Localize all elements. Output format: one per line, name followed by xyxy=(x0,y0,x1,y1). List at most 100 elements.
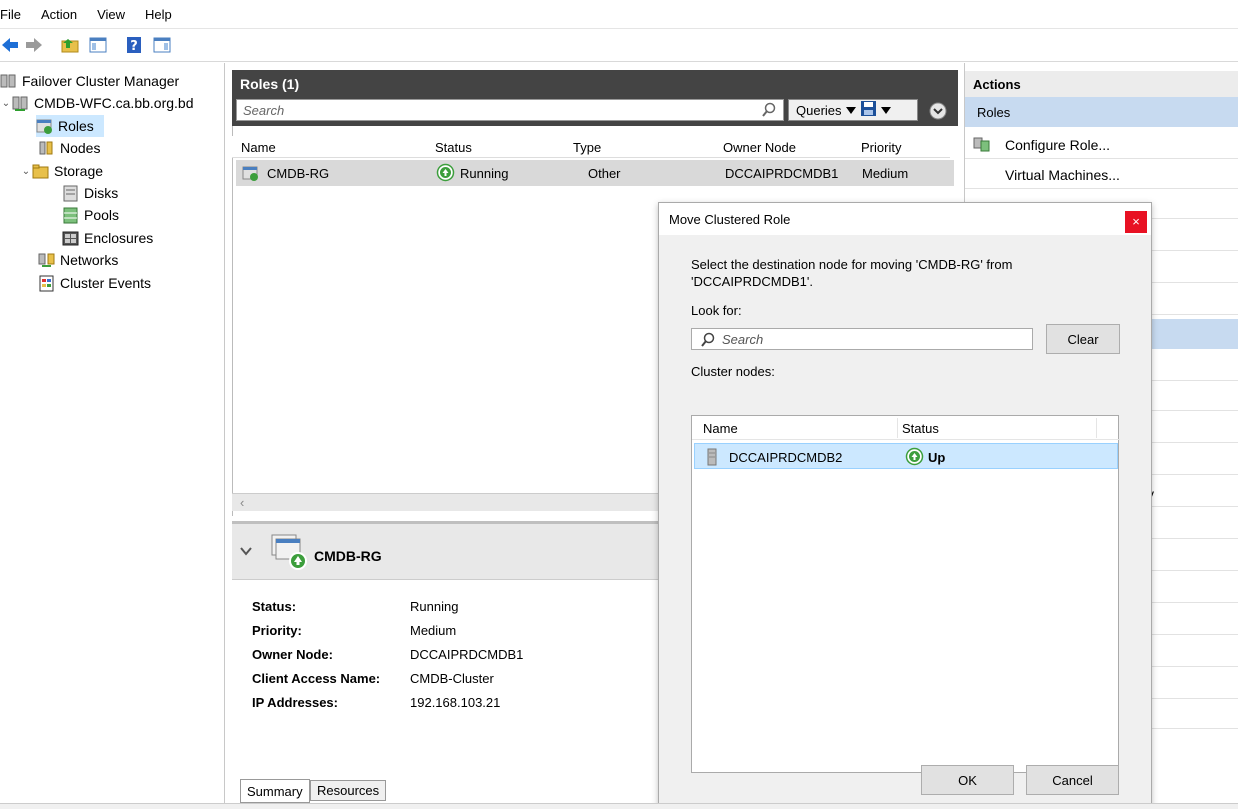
column-divider[interactable] xyxy=(1096,418,1097,438)
toolbar: ? xyxy=(0,28,1238,62)
action-virtual-machines[interactable]: Virtual Machines... xyxy=(965,159,1238,189)
tree-item-pools[interactable]: Pools xyxy=(62,204,119,226)
tab-resources[interactable]: Resources xyxy=(310,780,387,801)
menu-view[interactable]: View xyxy=(97,7,125,22)
role-owner-node: DCCAIPRDCMDB1 xyxy=(725,166,839,181)
actions-section-roles[interactable]: Roles xyxy=(965,97,1238,127)
action-label: Configure Role... xyxy=(1005,137,1111,153)
list-item[interactable]: DCCAIPRDCMDB2 Up xyxy=(694,443,1118,469)
status-value: Running xyxy=(410,599,459,614)
column-header-priority[interactable]: Priority xyxy=(861,140,901,155)
network-icon xyxy=(38,252,55,269)
roles-grid-header: Name Status Type Owner Node Priority xyxy=(232,136,950,158)
tree-label: Disks xyxy=(84,185,119,201)
search-icon[interactable] xyxy=(761,102,777,121)
menu-file[interactable]: File xyxy=(0,7,21,22)
node-status: Up xyxy=(928,450,946,465)
column-header-owner-node[interactable]: Owner Node xyxy=(723,140,796,155)
tree-label: Roles xyxy=(58,118,94,134)
chevron-down-icon[interactable]: ⌄ xyxy=(20,166,32,177)
back-arrow-icon[interactable] xyxy=(0,35,20,55)
horizontal-scrollbar[interactable]: ‹ xyxy=(232,493,662,511)
close-button[interactable]: × xyxy=(1125,211,1147,233)
show-hide-tree-icon[interactable] xyxy=(88,35,108,55)
column-header-status[interactable]: Status xyxy=(435,140,472,155)
action-configure-role[interactable]: Configure Role... xyxy=(965,129,1238,159)
cluster-nodes-label: Cluster nodes: xyxy=(691,364,775,379)
tree-item-disks[interactable]: Disks xyxy=(62,182,118,204)
role-status: Running xyxy=(460,166,509,181)
cluster-manager-icon xyxy=(0,73,17,90)
storage-folder-icon xyxy=(32,163,49,180)
column-divider[interactable] xyxy=(897,418,898,438)
owner-node-key: Owner Node: xyxy=(252,647,333,662)
dropdown-arrow-icon[interactable] xyxy=(880,103,891,118)
pool-icon xyxy=(62,207,79,224)
column-header-status[interactable]: Status xyxy=(902,421,939,436)
search-placeholder: Search xyxy=(243,103,285,118)
roles-icon xyxy=(36,118,53,135)
clear-button[interactable]: Clear xyxy=(1046,324,1120,354)
tree-item-roles[interactable]: Roles xyxy=(36,115,104,137)
dialog-body: Select the destination node for moving '… xyxy=(659,235,1151,806)
collapse-chevron-icon[interactable] xyxy=(240,544,252,559)
tree-item-nodes[interactable]: Nodes xyxy=(38,137,100,159)
action-label: Virtual Machines... xyxy=(1005,167,1120,183)
menu-action[interactable]: Action xyxy=(41,7,77,22)
status-bar xyxy=(0,803,1238,809)
client-access-name-value: CMDB-Cluster xyxy=(410,671,494,686)
search-icon xyxy=(700,332,716,351)
chevron-down-icon[interactable]: ⌄ xyxy=(0,98,12,109)
scroll-left-icon[interactable]: ‹ xyxy=(240,495,244,510)
node-list-header: Name Status xyxy=(692,416,1120,440)
tree-label: Storage xyxy=(54,163,104,179)
tree-item-networks[interactable]: Networks xyxy=(38,249,118,271)
queries-button[interactable]: Queries xyxy=(788,99,918,121)
search-placeholder: Search xyxy=(722,332,764,347)
enclosure-icon xyxy=(62,230,79,247)
column-header-type[interactable]: Type xyxy=(573,140,601,155)
column-header-name[interactable]: Name xyxy=(703,421,738,436)
dropdown-arrow-icon[interactable] xyxy=(845,103,856,118)
tree-item-failover-cluster-manager[interactable]: Failover Cluster Manager xyxy=(0,70,179,92)
column-header-name[interactable]: Name xyxy=(241,140,276,155)
tree-item-cluster-events[interactable]: Cluster Events xyxy=(38,272,151,294)
table-row[interactable]: CMDB-RG Running Other DCCAIPRDCMDB1 Medi… xyxy=(236,160,954,186)
dialog-title: Move Clustered Role xyxy=(669,212,791,227)
expand-collapse-icon[interactable] xyxy=(929,102,947,123)
up-status-icon xyxy=(905,447,924,469)
navigation-tree: Failover Cluster Manager ⌄ CMDB-WFC.ca.b… xyxy=(0,63,225,803)
role-large-icon xyxy=(268,533,308,576)
roles-title: Roles (1) xyxy=(232,70,958,96)
client-access-name-key: Client Access Name: xyxy=(252,671,381,686)
roles-search-input[interactable]: Search xyxy=(236,99,784,121)
owner-node-value: DCCAIPRDCMDB1 xyxy=(410,647,524,662)
role-type: Other xyxy=(588,166,621,181)
svg-text:?: ? xyxy=(130,39,138,54)
up-folder-icon[interactable] xyxy=(60,35,80,55)
tab-summary[interactable]: Summary xyxy=(240,779,310,803)
show-action-pane-icon[interactable] xyxy=(152,35,172,55)
save-query-icon[interactable] xyxy=(860,100,877,120)
role-name: CMDB-RG xyxy=(267,166,330,181)
server-node-icon xyxy=(707,448,717,469)
node-search-input[interactable]: Search xyxy=(691,328,1033,350)
help-icon[interactable]: ? xyxy=(124,35,144,55)
tree-label: Pools xyxy=(84,207,120,223)
status-key: Status: xyxy=(252,599,297,614)
tree-item-enclosures[interactable]: Enclosures xyxy=(62,227,153,249)
role-icon xyxy=(242,164,260,185)
tree-item-cluster[interactable]: ⌄ CMDB-WFC.ca.bb.org.bd xyxy=(0,92,194,114)
tree-label: CMDB-WFC.ca.bb.org.bd xyxy=(34,95,194,111)
actions-header: Actions xyxy=(965,71,1238,97)
ok-button[interactable]: OK xyxy=(921,765,1014,795)
tree-item-storage[interactable]: ⌄ Storage xyxy=(20,160,103,182)
role-details-panel: CMDB-RG Status: Running Priority: Medium… xyxy=(232,521,662,803)
running-status-icon xyxy=(436,163,455,185)
roles-search-bar: Search Queries xyxy=(232,96,958,126)
forward-arrow-icon[interactable] xyxy=(24,35,44,55)
menu-help[interactable]: Help xyxy=(145,7,172,22)
move-clustered-role-dialog: Move Clustered Role × Select the destina… xyxy=(658,202,1152,807)
cancel-button[interactable]: Cancel xyxy=(1026,765,1119,795)
events-icon xyxy=(38,275,55,292)
